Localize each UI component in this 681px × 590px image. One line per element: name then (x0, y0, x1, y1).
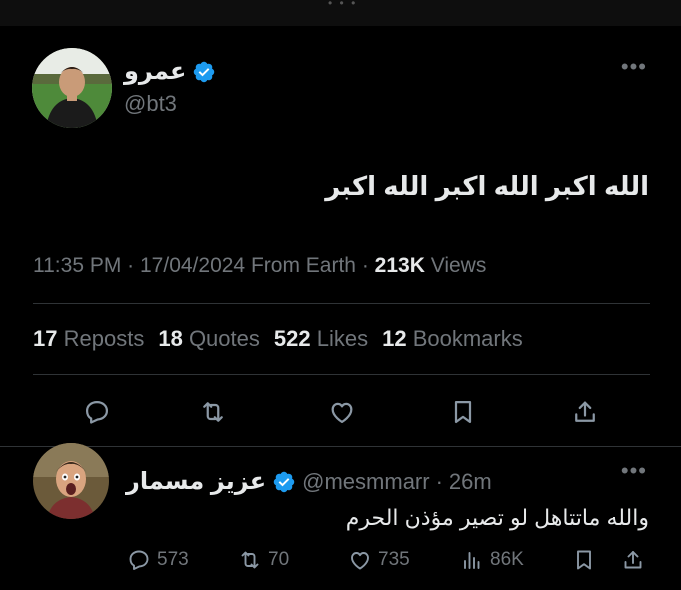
verified-badge-icon (194, 61, 215, 82)
quotes-label: Quotes (188, 326, 260, 351)
reply-icon (85, 400, 109, 424)
reply-icon (129, 550, 149, 570)
tweet-text: الله اكبر الله اكبر الله اكبر (325, 171, 649, 201)
reposts-stat[interactable]: 17 Reposts (33, 326, 144, 352)
tweet-meta: 11:35 PM · 17/04/2024 From Earth · 213K … (33, 254, 486, 278)
reply-text: والله ماتتاهل لو تصير مؤذن الحرم (345, 505, 649, 530)
reply-display-name[interactable]: عزيز مسمار (126, 467, 266, 496)
avatar[interactable] (32, 48, 112, 128)
reply-count: 573 (157, 549, 189, 570)
repost-icon (203, 402, 223, 422)
tweet-date[interactable]: 17/04/2024 (140, 254, 245, 277)
views-count[interactable]: 213K (375, 254, 425, 277)
like-icon (351, 552, 369, 570)
reply-avatar-image (33, 443, 109, 519)
meta-separator: · (435, 468, 443, 494)
like-count: 735 (378, 549, 410, 570)
repost-button[interactable] (196, 395, 230, 429)
quotes-stat[interactable]: 18 Quotes (158, 326, 260, 352)
quotes-count: 18 (158, 326, 183, 351)
likes-label: Likes (316, 326, 369, 351)
avatar-image (32, 48, 112, 128)
reply-more-options-icon[interactable]: ••• (621, 458, 647, 484)
meta-separator: · (361, 254, 375, 277)
bookmark-icon (577, 550, 591, 570)
reply-actions: 573 70 735 86K (0, 548, 681, 574)
reply-button[interactable] (80, 395, 114, 429)
author-handle[interactable]: @bt3 (124, 91, 177, 117)
reply-repost-button[interactable]: 70 (238, 548, 289, 572)
bookmarks-count: 12 (382, 326, 407, 351)
verified-badge-icon (273, 471, 295, 492)
reply-share-button[interactable] (621, 548, 645, 572)
tweet-stats: 17 Reposts 18 Quotes 522 Likes 12 Bookma… (33, 326, 523, 352)
bookmark-button[interactable] (446, 395, 480, 429)
reposts-label: Reposts (63, 326, 145, 351)
reply-like-button[interactable]: 735 (348, 548, 410, 572)
more-options-icon[interactable]: ••• (621, 54, 647, 80)
reply-avatar[interactable] (33, 443, 109, 519)
views-label: Views (430, 254, 487, 277)
repost-icon (241, 551, 259, 569)
repost-count: 70 (268, 549, 290, 570)
bookmarks-stat[interactable]: 12 Bookmarks (382, 326, 523, 352)
reply-time[interactable]: 26m (449, 469, 492, 495)
reply-bookmark-button[interactable] (572, 548, 596, 572)
bookmark-icon (454, 400, 472, 424)
likes-count: 522 (273, 326, 311, 351)
author-display-name[interactable]: عمرو (124, 57, 186, 86)
views-icon (464, 552, 480, 569)
meta-separator: · (127, 254, 140, 277)
author-name-row: عمرو (124, 57, 216, 86)
likes-stat[interactable]: 522 Likes (274, 326, 368, 352)
view-count: 86K (490, 549, 524, 570)
top-bar: • • • (0, 0, 681, 26)
reply-author-row: عزيز مسمار @mesmmarr · 26m (126, 467, 492, 496)
top-bar-indicator: • • • (328, 0, 358, 10)
divider (33, 374, 650, 375)
divider (0, 446, 681, 447)
tweet-time[interactable]: 11:35 PM (33, 254, 121, 277)
main-tweet: عمرو @bt3 ••• الله اكبر الله اكبر الله ا… (0, 26, 681, 446)
share-button[interactable] (568, 395, 602, 429)
tweet-source: From Earth (250, 254, 356, 277)
reposts-count: 17 (33, 326, 58, 351)
reply-reply-button[interactable]: 573 (127, 548, 189, 572)
share-icon (624, 551, 642, 569)
reply-views-button[interactable]: 86K (460, 548, 524, 572)
reply-handle[interactable]: @mesmmarr (302, 469, 429, 495)
like-icon (331, 402, 353, 424)
bookmarks-label: Bookmarks (412, 326, 523, 351)
like-button[interactable] (325, 395, 359, 429)
divider (33, 303, 650, 304)
share-icon (575, 401, 595, 422)
